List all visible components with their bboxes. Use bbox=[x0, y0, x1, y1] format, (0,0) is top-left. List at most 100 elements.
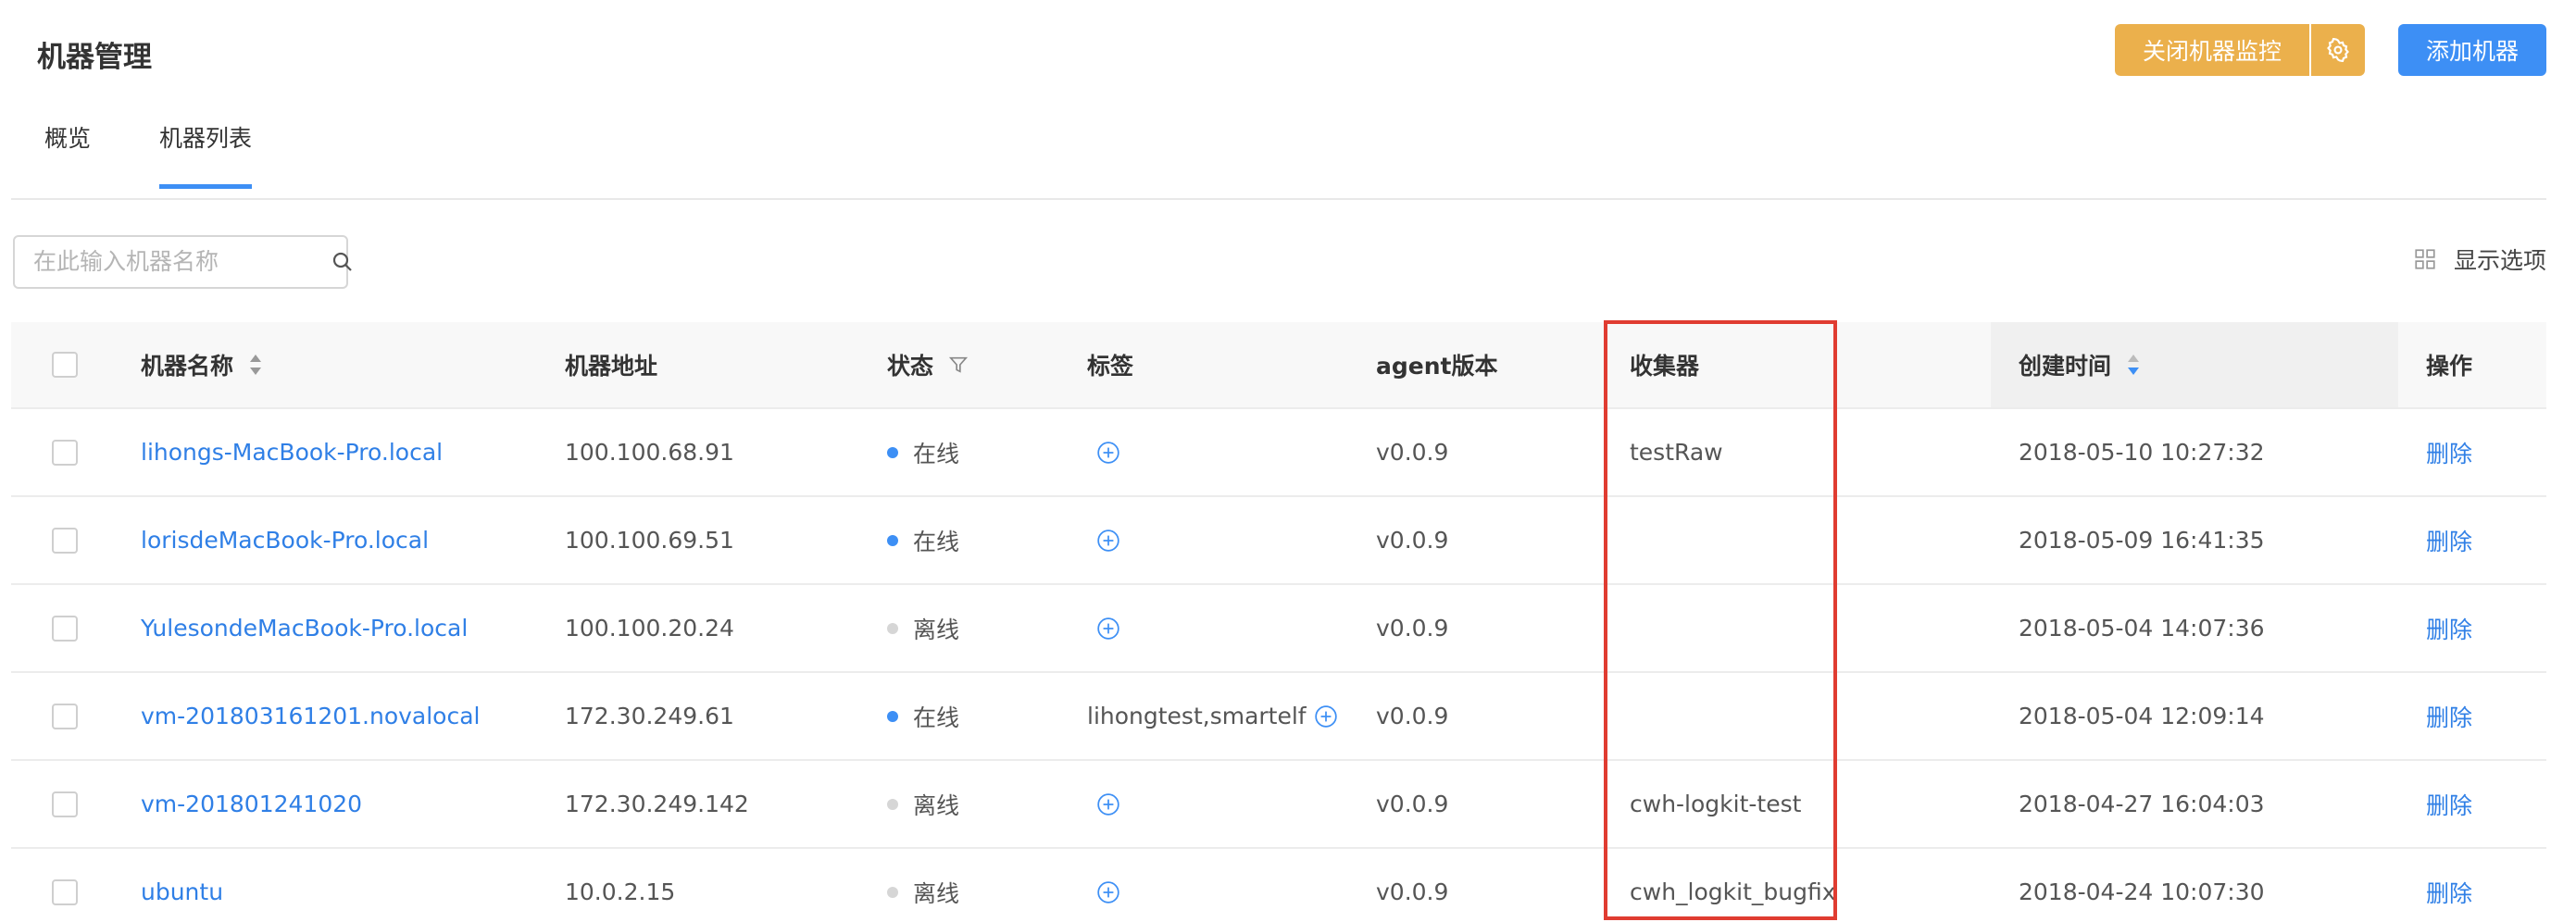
select-all-checkbox[interactable] bbox=[52, 352, 78, 378]
add-tag-icon[interactable] bbox=[1096, 441, 1120, 465]
collector-name: testRaw bbox=[1630, 439, 1723, 466]
tab-overview[interactable]: 概览 bbox=[44, 120, 91, 189]
machine-name-link[interactable]: vm-201803161201.novalocal bbox=[141, 703, 481, 729]
agent-version: v0.0.9 bbox=[1376, 791, 1449, 817]
delete-button[interactable]: 删除 bbox=[2426, 876, 2472, 909]
delete-button[interactable]: 删除 bbox=[2426, 788, 2472, 821]
row-checkbox[interactable] bbox=[52, 615, 78, 642]
machine-name-link[interactable]: ubuntu bbox=[141, 878, 223, 905]
tab-machine-list[interactable]: 机器列表 bbox=[159, 120, 253, 189]
machine-name-link[interactable]: lorisdeMacBook-Pro.local bbox=[141, 527, 429, 554]
table-row: vm-201803161201.novalocal 172.30.249.61 在线… bbox=[11, 673, 2546, 761]
status-label: 在线 bbox=[913, 528, 960, 555]
collector-name: cwh_logkit_bugfix bbox=[1630, 878, 1836, 905]
machine-address: 10.0.2.15 bbox=[565, 878, 676, 905]
tags-text: lihongtest,smartelf bbox=[1087, 703, 1307, 729]
status-dot-icon bbox=[887, 622, 898, 634]
machine-name-cell: ubuntu bbox=[141, 849, 565, 922]
column-header-actions: 操作 bbox=[2426, 353, 2473, 380]
machine-name-cell: vm-201803161201.novalocal bbox=[141, 673, 565, 759]
row-checkbox[interactable] bbox=[52, 878, 78, 905]
created-time: 2018-05-09 16:41:35 bbox=[2019, 527, 2265, 554]
row-checkbox[interactable] bbox=[52, 791, 78, 817]
search-icon[interactable] bbox=[331, 248, 354, 276]
select-all-cell bbox=[11, 322, 141, 407]
row-select-cell bbox=[11, 673, 141, 759]
gear-icon bbox=[2326, 38, 2350, 62]
tags-cell bbox=[1087, 409, 1376, 495]
sort-desc-icon[interactable] bbox=[2126, 353, 2141, 377]
collector-name bbox=[1630, 497, 1991, 583]
column-header-collector: 收集器 bbox=[1630, 353, 1700, 380]
tags-cell bbox=[1087, 497, 1376, 583]
tags-cell bbox=[1087, 585, 1376, 671]
delete-button[interactable]: 删除 bbox=[2426, 612, 2472, 645]
column-header-status: 状态 bbox=[887, 322, 1087, 407]
created-time: 2018-04-27 16:04:03 bbox=[2019, 791, 2265, 817]
status-cell: 离线 bbox=[887, 585, 1087, 671]
add-tag-icon[interactable] bbox=[1314, 704, 1338, 729]
row-checkbox[interactable] bbox=[52, 439, 78, 466]
sort-icon[interactable] bbox=[248, 353, 263, 377]
add-tag-icon[interactable] bbox=[1096, 529, 1120, 553]
top-actions: 关闭机器监控 添加机器 bbox=[2115, 24, 2546, 76]
created-time: 2018-04-24 10:07:30 bbox=[2019, 878, 2265, 905]
table-row: lorisdeMacBook-Pro.local 100.100.69.51 在线 v… bbox=[11, 497, 2546, 585]
row-select-cell bbox=[11, 409, 141, 495]
collector-name: cwh-logkit-test bbox=[1630, 791, 1802, 817]
close-monitor-button[interactable]: 关闭机器监控 bbox=[2115, 24, 2309, 76]
add-tag-icon[interactable] bbox=[1096, 792, 1120, 816]
status-cell: 在线 bbox=[887, 497, 1087, 583]
row-checkbox[interactable] bbox=[52, 703, 78, 729]
machine-table: 机器名称 机器地址 状态 标签 agent版本 收集器 创建时间 操作 liho… bbox=[11, 322, 2546, 922]
actions-cell: 删除 bbox=[2398, 761, 2546, 847]
table-header: 机器名称 机器地址 状态 标签 agent版本 收集器 创建时间 操作 bbox=[11, 322, 2546, 409]
row-select-cell bbox=[11, 849, 141, 922]
delete-button[interactable]: 删除 bbox=[2426, 436, 2472, 469]
agent-version: v0.0.9 bbox=[1376, 527, 1449, 554]
tab-bar: 概览 机器列表 bbox=[44, 120, 320, 189]
tags-cell bbox=[1087, 849, 1376, 922]
add-tag-icon[interactable] bbox=[1096, 880, 1120, 904]
status-dot-icon bbox=[887, 446, 898, 458]
status-label: 在线 bbox=[913, 440, 960, 467]
machine-name-link[interactable]: YulesondeMacBook-Pro.local bbox=[141, 615, 468, 642]
machine-address: 172.30.249.142 bbox=[565, 791, 749, 817]
monitor-settings-button[interactable] bbox=[2311, 24, 2365, 76]
column-header-created[interactable]: 创建时间 bbox=[1991, 322, 2398, 407]
column-header-name[interactable]: 机器名称 bbox=[141, 322, 565, 407]
status-dot-icon bbox=[887, 710, 898, 722]
grid-icon bbox=[2413, 247, 2437, 271]
add-tag-icon[interactable] bbox=[1096, 617, 1120, 641]
add-machine-button[interactable]: 添加机器 bbox=[2398, 24, 2546, 76]
actions-cell: 删除 bbox=[2398, 497, 2546, 583]
display-options-button[interactable]: 显示选项 bbox=[2413, 243, 2546, 276]
row-select-cell bbox=[11, 497, 141, 583]
status-cell: 在线 bbox=[887, 409, 1087, 495]
machine-name-link[interactable]: vm-201801241020 bbox=[141, 791, 362, 817]
status-cell: 离线 bbox=[887, 761, 1087, 847]
page-title: 机器管理 bbox=[37, 41, 152, 74]
filter-icon[interactable] bbox=[948, 355, 969, 375]
collector-name bbox=[1630, 673, 1991, 759]
status-cell: 离线 bbox=[887, 849, 1087, 922]
column-header-address: 机器地址 bbox=[565, 353, 658, 380]
machine-name-link[interactable]: lihongs-MacBook-Pro.local bbox=[141, 439, 443, 466]
column-header-tags: 标签 bbox=[1087, 353, 1134, 380]
status-label: 离线 bbox=[913, 791, 960, 819]
column-status-label: 状态 bbox=[887, 353, 934, 380]
delete-button[interactable]: 删除 bbox=[2426, 524, 2472, 557]
machine-name-cell: lorisdeMacBook-Pro.local bbox=[141, 497, 565, 583]
table-row: YulesondeMacBook-Pro.local 100.100.20.24 离… bbox=[11, 585, 2546, 673]
tabs-divider bbox=[11, 198, 2546, 200]
row-select-cell bbox=[11, 585, 141, 671]
delete-button[interactable]: 删除 bbox=[2426, 700, 2472, 733]
status-cell: 在线 bbox=[887, 673, 1087, 759]
machine-name-cell: lihongs-MacBook-Pro.local bbox=[141, 409, 565, 495]
row-checkbox[interactable] bbox=[52, 527, 78, 554]
search-input[interactable] bbox=[33, 248, 331, 276]
table-body: lihongs-MacBook-Pro.local 100.100.68.91 在线… bbox=[11, 409, 2546, 922]
created-time: 2018-05-04 12:09:14 bbox=[2019, 703, 2265, 729]
machine-name-cell: YulesondeMacBook-Pro.local bbox=[141, 585, 565, 671]
created-time: 2018-05-04 14:07:36 bbox=[2019, 615, 2265, 642]
